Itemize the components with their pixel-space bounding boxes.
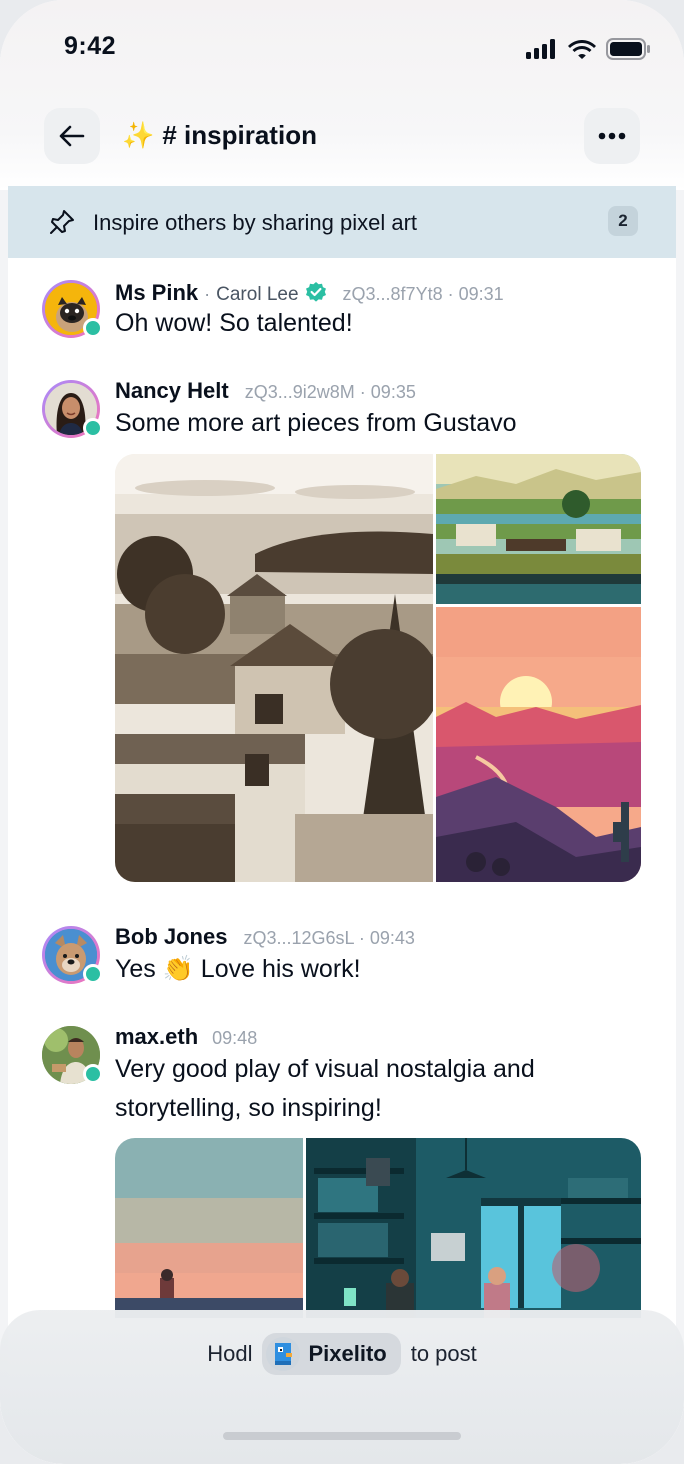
more-options-button[interactable]: [584, 108, 640, 164]
cellular-signal-icon: [526, 39, 555, 59]
gallery-image[interactable]: [306, 1138, 641, 1318]
back-button[interactable]: [44, 108, 100, 164]
gallery-image[interactable]: [436, 607, 641, 882]
ellipsis-icon: [598, 132, 626, 140]
gallery-image[interactable]: [436, 454, 641, 604]
pinned-message-text: Inspire others by sharing pixel art: [93, 210, 418, 235]
author-name[interactable]: max.eth: [115, 1024, 198, 1050]
author-nickname: Carol Lee: [216, 284, 299, 305]
online-status-dot: [83, 318, 103, 338]
verified-badge-icon: [305, 282, 326, 302]
wallet-address: zQ3...12G6sL: [243, 928, 354, 948]
token-chip[interactable]: Pixelito: [262, 1333, 401, 1375]
gallery-image[interactable]: [115, 454, 433, 882]
message-time: 09:43: [369, 928, 415, 948]
phone-screen: 9:42 ✨ # inspiration Inspire others by s…: [0, 0, 684, 1464]
status-bar: 9:42: [0, 0, 684, 96]
dusk-seaside-pixel-art: [115, 1138, 303, 1318]
message-time: 09:31: [458, 284, 504, 304]
sparkles-emoji: ✨: [122, 120, 155, 150]
channel-name: # inspiration: [162, 120, 317, 150]
message-text: Oh wow! So talented!: [115, 309, 353, 337]
message-text: Yes 👏 Love his work!: [115, 955, 361, 983]
library-room-pixel-art: [306, 1138, 641, 1318]
hodl-prefix: Hodl: [207, 1341, 253, 1366]
author-name[interactable]: Ms Pink: [115, 280, 198, 306]
message-item: max.eth 09:48 Very good play of visual n…: [0, 1024, 684, 1324]
message-item: Bob Jones zQ3...12G6sL · 09:43 Yes 👏 Lov…: [0, 924, 684, 994]
message-header: max.eth 09:48: [115, 1024, 257, 1050]
wifi-icon: [568, 40, 596, 59]
name-separator: ·: [204, 284, 211, 304]
image-gallery: [115, 454, 641, 882]
sunset-canyon-pixel-art: [436, 607, 641, 882]
token-name: Pixelito: [308, 1341, 387, 1366]
wallet-address: zQ3...8f7Yt8: [342, 284, 443, 304]
channel-title: ✨ # inspiration: [122, 120, 317, 151]
image-gallery: [115, 1138, 641, 1318]
online-status-dot: [83, 1064, 103, 1084]
status-time: 9:42: [64, 32, 117, 60]
status-icons: [526, 38, 650, 60]
composer-bar: Hodl Pixelito to post: [0, 1310, 684, 1464]
sepia-farmhouse-pixel-art: [115, 454, 433, 882]
message-item: Ms Pink · Carol Lee zQ3...8f7Yt8 · 09:31…: [0, 278, 684, 348]
gallery-image[interactable]: [115, 1138, 303, 1318]
arrow-left-icon: [59, 125, 85, 147]
online-status-dot: [83, 418, 103, 438]
message-header: Nancy Helt zQ3...9i2w8M · 09:35: [115, 378, 416, 404]
wallet-address: zQ3...9i2w8M: [244, 382, 355, 402]
message-time: 09:48: [212, 1028, 258, 1048]
message-item: Nancy Helt zQ3...9i2w8M · 09:35 Some mor…: [0, 378, 684, 888]
author-name[interactable]: Bob Jones: [115, 924, 227, 950]
token-gate-message: Hodl Pixelito to post: [0, 1332, 684, 1376]
message-header: Ms Pink · Carol Lee zQ3...8f7Yt8 · 09:31: [115, 280, 504, 306]
post-suffix: to post: [410, 1341, 477, 1366]
message-time: 09:35: [370, 382, 416, 402]
pinned-count-badge: 2: [608, 206, 638, 236]
pixelito-token-icon: [266, 1337, 301, 1371]
pin-icon: [50, 210, 74, 234]
message-text: Very good play of visual nostalgia and s…: [115, 1055, 535, 1122]
channel-header: ✨ # inspiration: [0, 108, 684, 164]
battery-icon: [606, 38, 650, 60]
pinned-messages-bar[interactable]: Inspire others by sharing pixel art 2: [8, 186, 676, 258]
message-header: Bob Jones zQ3...12G6sL · 09:43: [115, 924, 415, 950]
online-status-dot: [83, 964, 103, 984]
home-indicator[interactable]: [223, 1432, 461, 1440]
author-name[interactable]: Nancy Helt: [115, 378, 229, 404]
message-text: Some more art pieces from Gustavo: [115, 409, 517, 437]
wagon-train-pixel-art: [436, 454, 641, 604]
